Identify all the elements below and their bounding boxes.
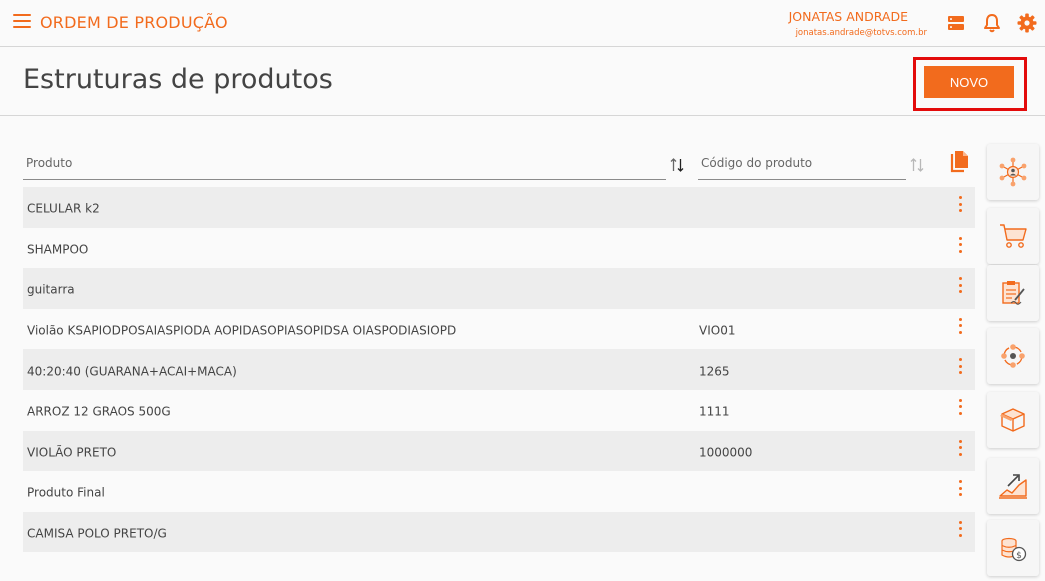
row-menu-icon[interactable] [957,317,963,334]
cycle-process-icon[interactable] [987,328,1039,384]
svg-text:$: $ [1016,551,1022,561]
table-row[interactable]: VIOLÃO PRETO 1000000 [23,430,975,472]
table-row[interactable]: 40:20:40 (GUARANA+ACAI+MACA) 1265 [23,349,975,390]
table-row[interactable]: CELULAR k2 [23,187,975,228]
filter-bar: Produto Código do produto [23,150,978,182]
row-menu-icon[interactable] [957,236,963,253]
table-row[interactable]: Violão KSAPIODPOSAIASPIODA AOPIDASOPIASO… [23,308,975,350]
network-hub-icon[interactable] [987,144,1039,200]
row-menu-icon[interactable] [957,439,963,456]
server-icon[interactable] [945,12,967,34]
copy-icon[interactable] [950,150,972,176]
product-name: CELULAR k2 [27,201,100,216]
sort-codigo-icon[interactable] [908,154,926,176]
product-name: ARROZ 12 GRAOS 500G [27,404,171,419]
growth-chart-icon[interactable] [987,458,1039,514]
bell-icon[interactable] [981,12,1003,34]
gear-icon[interactable] [1016,12,1038,34]
product-name: VIOLÃO PRETO [27,445,117,460]
cart-icon[interactable] [987,208,1039,264]
row-menu-icon[interactable] [957,398,963,415]
table-row[interactable]: CAMISA POLO PRETO/G [23,511,975,553]
product-code: 1000000 [699,445,753,460]
table-row[interactable]: ARROZ 12 GRAOS 500G 1111 [23,389,975,431]
page-title: Estruturas de produtos [23,64,333,95]
page-header: Estruturas de produtos NOVO [0,48,1045,116]
top-bar: ORDEM DE PRODUÇÃO JONATAS ANDRADE jonata… [0,0,1045,47]
product-name: Produto Final [27,485,105,500]
codigo-filter-input[interactable]: Código do produto [698,150,906,180]
product-name: 40:20:40 (GUARANA+ACAI+MACA) [27,364,237,379]
product-name: CAMISA POLO PRETO/G [27,526,167,541]
row-menu-icon[interactable] [957,358,963,375]
produto-filter-input[interactable]: Produto [23,150,666,180]
user-name[interactable]: JONATAS ANDRADE [789,9,908,24]
row-menu-icon[interactable] [957,277,963,294]
produto-filter-placeholder: Produto [26,156,73,170]
row-menu-icon[interactable] [957,480,963,497]
checklist-signature-icon[interactable] [987,265,1039,321]
table-row[interactable]: guitarra [23,268,975,309]
new-button[interactable]: NOVO [924,66,1014,98]
product-code: 1265 [699,364,730,379]
codigo-filter-placeholder: Código do produto [701,156,813,170]
hamburger-menu-icon[interactable] [13,14,31,28]
user-email: jonatas.andrade@totvs.com.br [795,28,927,38]
products-table: CELULAR k2 SHAMPOO guitarra Violão KSAPI… [23,187,975,553]
sort-produto-icon[interactable] [668,154,686,176]
product-name: SHAMPOO [27,242,89,257]
product-code: VIO01 [699,323,736,338]
box-icon[interactable] [987,392,1039,448]
table-row[interactable]: Produto Final [23,471,975,512]
product-name: Violão KSAPIODPOSAIASPIODA AOPIDASOPIASO… [27,323,457,338]
coins-icon[interactable]: $ [987,520,1039,576]
row-menu-icon[interactable] [957,520,963,537]
product-name: guitarra [27,282,75,297]
product-code: 1111 [699,404,730,419]
row-menu-icon[interactable] [957,196,963,212]
table-row[interactable]: SHAMPOO [23,227,975,269]
app-title: ORDEM DE PRODUÇÃO [40,13,228,32]
